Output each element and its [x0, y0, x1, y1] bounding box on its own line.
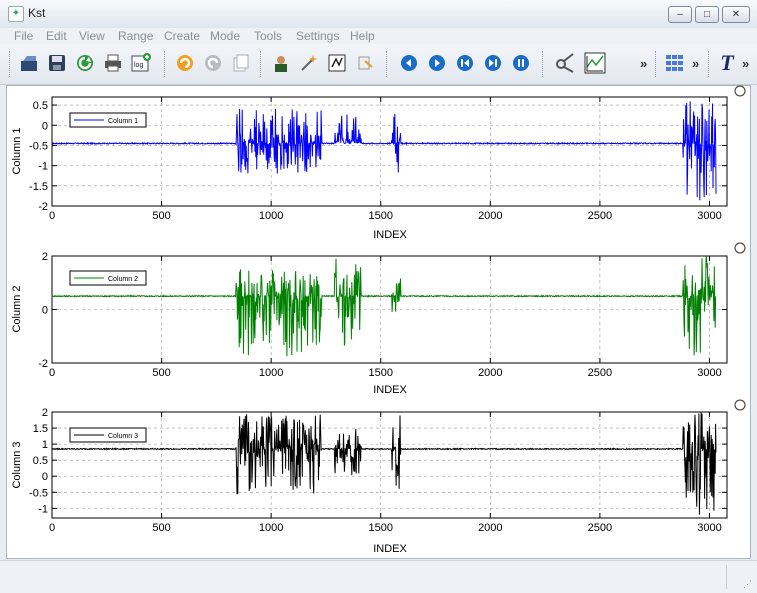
plot-column-3[interactable]: 0 500 1000 1500 2000 2500 300021.510.50-0.5-1 … — [11, 399, 746, 555]
y-axis-label: Column 1 — [11, 127, 23, 174]
x-tick-label: 2500 — [588, 367, 612, 379]
x-tick-label: 3000 — [697, 210, 721, 222]
status-divider — [726, 565, 727, 589]
y-tick-label: -1 — [38, 503, 48, 515]
plots-canvas: 0 500 1000 1500 2000 2500 30000.50-0.5-1-1.5-2… — [11, 85, 746, 555]
legend[interactable]: Column 1 — [69, 112, 147, 128]
y-tick-label: -0.5 — [29, 487, 48, 499]
x-tick-label: 500 — [152, 210, 170, 222]
plot-column-1[interactable]: 0 500 1000 1500 2000 2500 3000 0.5 0 -0.5 -1 -1.5 -2… — [11, 85, 746, 241]
x-tick-label: 0 — [49, 367, 55, 379]
plot-column-2[interactable]: 0 500 1000 1500 2000 2500 300020-2 Column 2 Co… — [11, 242, 746, 396]
y-axis-label: Column 2 — [11, 285, 23, 332]
y-tick-label: 0.5 — [33, 100, 48, 112]
y-tick-label: -0.5 — [29, 140, 48, 152]
legend-label: Column 3 — [108, 433, 138, 440]
y-tick-label: 0 — [42, 471, 48, 483]
legend[interactable]: Column 2 — [69, 270, 147, 286]
x-tick-label: 3000 — [697, 367, 721, 379]
plot-select-radio[interactable] — [734, 399, 746, 411]
y-axis-label: Column 3 — [11, 441, 23, 488]
x-axis-label: INDEX — [373, 543, 407, 555]
x-tick-label: 500 — [152, 367, 170, 379]
legend-label: Column 2 — [108, 276, 138, 283]
x-tick-label: 2000 — [478, 522, 502, 534]
x-tick-label: 0 — [49, 210, 55, 222]
x-tick-label: 500 — [152, 522, 170, 534]
resize-grip-icon[interactable]: ⋰ — [743, 579, 755, 591]
y-tick-label: 2 — [42, 251, 48, 263]
x-tick-label: 2000 — [478, 367, 502, 379]
x-axis-label: INDEX — [373, 229, 407, 241]
y-tick-label: 1 — [42, 439, 48, 451]
y-tick-label: -2 — [38, 201, 48, 213]
y-tick-label: 0 — [42, 305, 48, 317]
plot-select-radio[interactable] — [734, 242, 746, 254]
x-tick-label: 2000 — [478, 210, 502, 222]
status-bar: ⋰ — [0, 560, 757, 593]
plot-frame — [51, 96, 728, 207]
y-tick-label: -1 — [38, 161, 48, 173]
y-tick-label: 0.5 — [33, 455, 48, 467]
x-tick-label: 3000 — [697, 522, 721, 534]
y-tick-label: 0 — [42, 120, 48, 132]
y-tick-label: 1.5 — [33, 423, 48, 435]
y-tick-label: -1.5 — [29, 181, 48, 193]
x-tick-label: 2500 — [588, 210, 612, 222]
x-tick-label: 2500 — [588, 522, 612, 534]
x-axis-label: INDEX — [373, 384, 407, 396]
y-tick-label: 2 — [42, 407, 48, 419]
legend[interactable]: Column 3 — [69, 427, 147, 443]
x-tick-label: 1500 — [368, 367, 392, 379]
legend-label: Column 1 — [108, 118, 138, 125]
x-tick-label: 1500 — [368, 522, 392, 534]
y-tick-label: -2 — [38, 358, 48, 370]
x-tick-label: 1000 — [259, 210, 283, 222]
x-tick-label: 1000 — [259, 367, 283, 379]
plot-select-radio[interactable] — [734, 85, 746, 97]
x-tick-label: 1000 — [259, 522, 283, 534]
x-tick-label: 0 — [49, 522, 55, 534]
x-tick-label: 1500 — [368, 210, 392, 222]
